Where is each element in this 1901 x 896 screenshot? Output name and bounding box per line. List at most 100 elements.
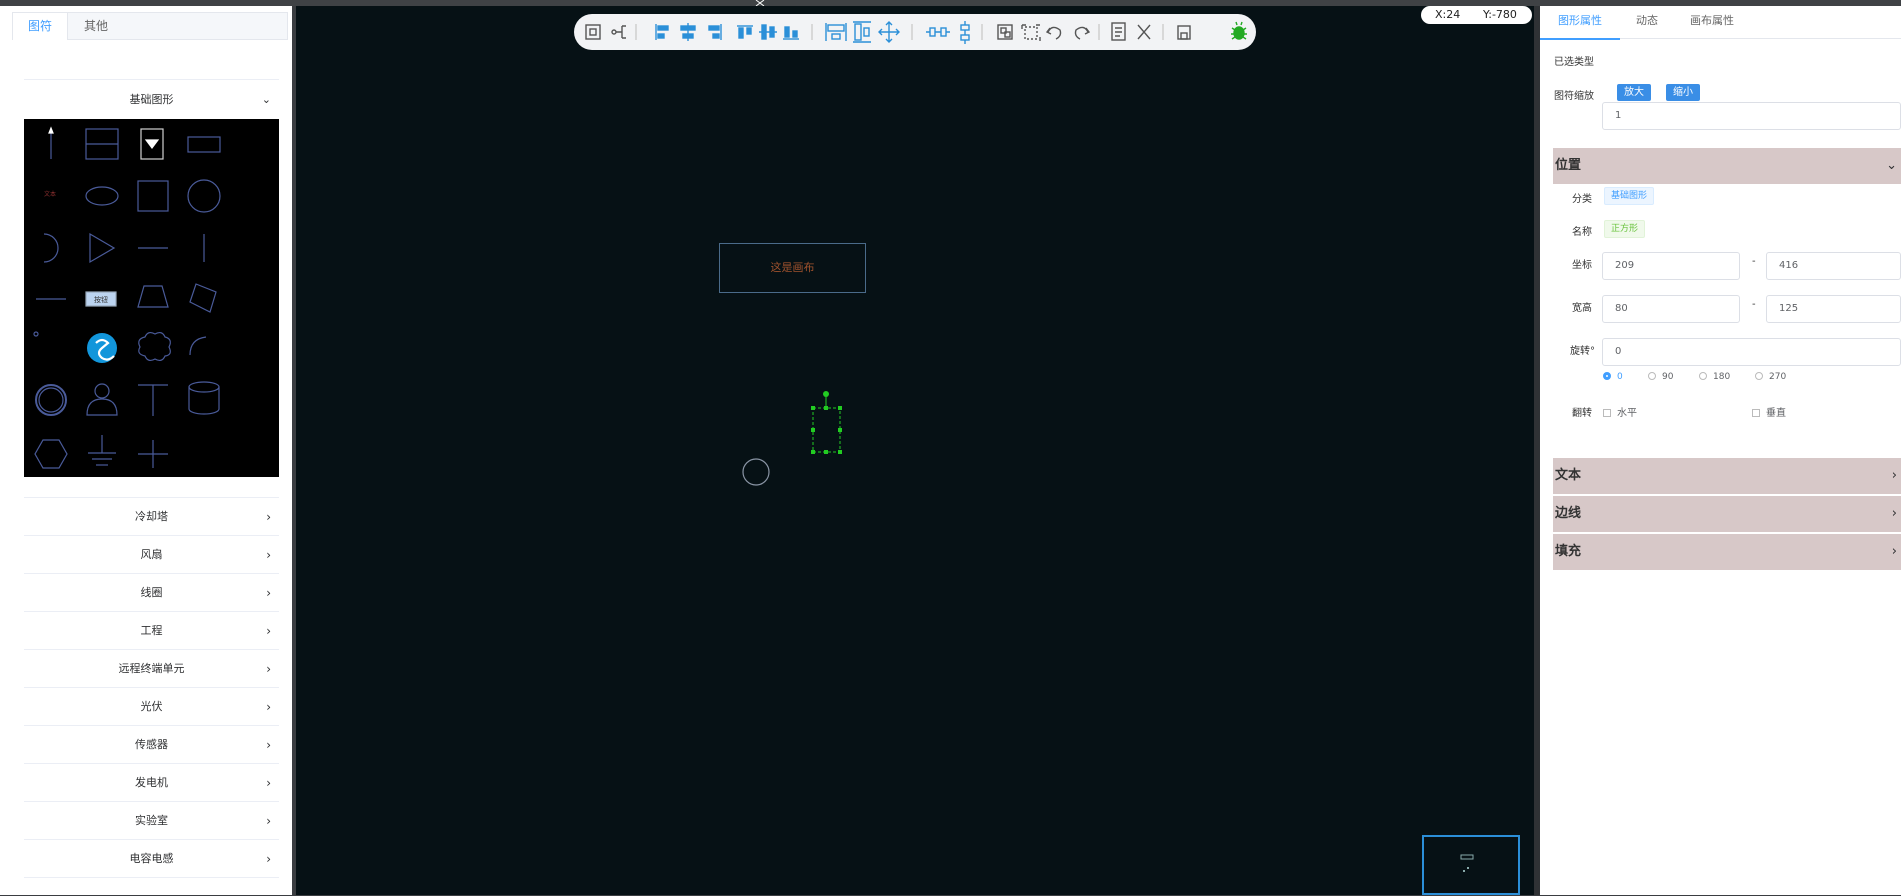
- zoom-out-button[interactable]: 缩小: [1666, 84, 1700, 101]
- category-label: 发电机: [135, 776, 168, 789]
- dropdown-shape[interactable]: [140, 128, 164, 160]
- category-photovoltaic[interactable]: 光伏 ›: [24, 687, 279, 726]
- distribute-vertical-icon[interactable]: [853, 21, 871, 43]
- rotate-radio-180[interactable]: 180: [1699, 372, 1730, 382]
- category-label: 工程: [140, 624, 163, 637]
- category-coil[interactable]: 线圈 ›: [24, 573, 279, 612]
- text-section-header[interactable]: 文本 ›: [1553, 458, 1901, 494]
- align-center-icon[interactable]: [680, 23, 696, 41]
- position-section-header[interactable]: 位置 ⌄: [1553, 148, 1901, 184]
- selected-square-element[interactable]: [811, 391, 842, 454]
- align-bottom-icon[interactable]: [783, 26, 799, 40]
- category-sensor[interactable]: 传感器 ›: [24, 725, 279, 764]
- left-tabs: 图符 其他: [12, 12, 288, 40]
- text-shape[interactable]: 文本: [44, 190, 56, 198]
- tab-canvas-properties[interactable]: 画布属性: [1690, 6, 1734, 38]
- text-section-title: 文本: [1555, 468, 1582, 483]
- category-fan[interactable]: 风扇 ›: [24, 535, 279, 574]
- coord-separator: -: [1752, 256, 1756, 267]
- canvas-circle-element[interactable]: [742, 458, 770, 486]
- flip-horizontal-checkbox[interactable]: 水平: [1603, 404, 1637, 419]
- undo-icon[interactable]: [1045, 26, 1062, 40]
- panel-shape[interactable]: [85, 128, 119, 160]
- rectangle-shape[interactable]: [187, 136, 221, 153]
- height-input[interactable]: 125: [1766, 295, 1901, 323]
- coord-y-input[interactable]: 416: [1766, 252, 1901, 280]
- space-horizontal-icon[interactable]: [926, 27, 950, 37]
- category-more[interactable]: [24, 877, 279, 896]
- rotate-radio-90[interactable]: 90: [1648, 372, 1673, 382]
- svg-text:文本: 文本: [44, 190, 56, 198]
- link-logo-shape[interactable]: [87, 333, 117, 363]
- rotate-option-label: 270: [1769, 372, 1787, 382]
- ellipse-shape[interactable]: [85, 186, 119, 206]
- person-shape[interactable]: [86, 383, 118, 416]
- canvas-text-element[interactable]: 这是画布: [719, 243, 866, 293]
- tab-shape-properties[interactable]: 图形属性: [1540, 6, 1620, 40]
- category-label: 线圈: [140, 586, 163, 599]
- category-capacitor-inductor[interactable]: 电容电感 ›: [24, 839, 279, 878]
- rotate-label: 旋转°: [1570, 346, 1595, 357]
- shapes-svg: 文本 按钮: [33, 126, 221, 469]
- category-rtu[interactable]: 远程终端单元 ›: [24, 649, 279, 688]
- tab-symbols[interactable]: 图符: [13, 13, 69, 40]
- move-icon[interactable]: [878, 21, 900, 43]
- category-laboratory[interactable]: 实验室 ›: [24, 801, 279, 840]
- group-icon[interactable]: [997, 24, 1013, 40]
- flip-vertical-label: 垂直: [1766, 408, 1786, 419]
- cross-shape[interactable]: [138, 440, 168, 468]
- rotate-radio-0[interactable]: 0: [1603, 372, 1623, 382]
- minimap[interactable]: [1422, 835, 1520, 895]
- rotate-radio-270[interactable]: 270: [1755, 372, 1786, 382]
- fit-view-icon[interactable]: [585, 24, 601, 40]
- cloud-shape[interactable]: [138, 331, 171, 362]
- svg-text:按钮: 按钮: [94, 295, 108, 304]
- arc-shape[interactable]: [43, 233, 59, 263]
- category-cooling-tower[interactable]: 冷却塔 ›: [24, 497, 279, 536]
- trapezoid-shape[interactable]: [137, 285, 169, 308]
- circle-shape[interactable]: [187, 179, 221, 213]
- scale-input[interactable]: 1: [1602, 102, 1901, 130]
- hexagon-shape[interactable]: [34, 439, 68, 469]
- category-engineering[interactable]: 工程 ›: [24, 611, 279, 650]
- distribute-horizontal-icon[interactable]: [825, 23, 847, 41]
- debug-icon[interactable]: [1231, 21, 1247, 40]
- width-input[interactable]: 80: [1602, 295, 1740, 323]
- delete-icon[interactable]: [1137, 24, 1151, 40]
- rotate-input[interactable]: 0: [1602, 338, 1901, 366]
- zoom-in-button[interactable]: 放大: [1617, 84, 1651, 101]
- button-shape[interactable]: 按钮: [85, 291, 117, 307]
- square-shape[interactable]: [137, 180, 169, 212]
- basic-shapes-header[interactable]: 基础图形 ⌄: [24, 79, 279, 120]
- ungroup-icon[interactable]: [1021, 24, 1041, 41]
- diamond-rotated-shape[interactable]: [189, 283, 217, 313]
- align-top-icon[interactable]: [737, 25, 753, 39]
- category-tag: 基础图形: [1604, 187, 1655, 205]
- drawing-canvas[interactable]: [296, 6, 1534, 895]
- dot-shape[interactable]: [33, 331, 39, 337]
- align-left-icon[interactable]: [655, 24, 669, 40]
- align-middle-icon[interactable]: [759, 24, 777, 40]
- ground-shape[interactable]: [88, 435, 116, 466]
- coord-x-input[interactable]: 209: [1602, 252, 1740, 280]
- chevron-right-icon: ›: [266, 738, 271, 752]
- flip-vertical-checkbox[interactable]: 垂直: [1752, 404, 1786, 419]
- tab-other[interactable]: 其他: [69, 13, 123, 40]
- document-icon[interactable]: [1111, 22, 1126, 41]
- curve-shape[interactable]: [189, 336, 207, 356]
- save-icon[interactable]: [1177, 25, 1191, 40]
- space-vertical-icon[interactable]: [960, 21, 970, 44]
- t-shape[interactable]: [138, 384, 168, 416]
- ring-shape[interactable]: [35, 384, 67, 416]
- redo-icon[interactable]: [1074, 26, 1091, 40]
- align-right-icon[interactable]: [708, 24, 722, 40]
- category-generator[interactable]: 发电机 ›: [24, 763, 279, 802]
- tab-dynamic[interactable]: 动态: [1636, 6, 1658, 38]
- triangle-shape[interactable]: [89, 232, 116, 264]
- cylinder-shape[interactable]: [188, 381, 220, 415]
- tree-layout-icon[interactable]: [611, 25, 626, 39]
- fill-section-header[interactable]: 填充 ›: [1553, 534, 1901, 570]
- arrow-line-shape[interactable]: [48, 126, 54, 159]
- coord-x-readout: X:24: [1435, 8, 1461, 21]
- border-section-header[interactable]: 边线 ›: [1553, 496, 1901, 532]
